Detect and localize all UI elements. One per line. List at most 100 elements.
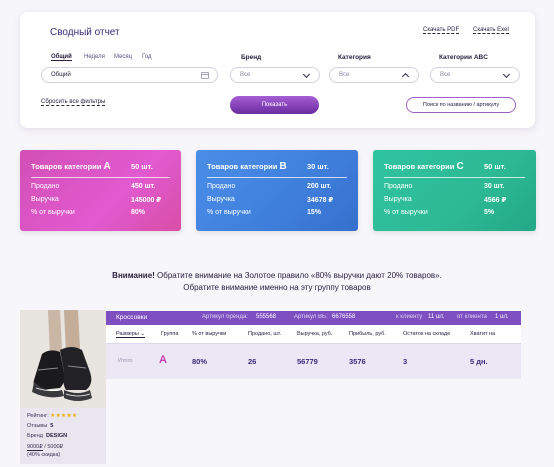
golden-rule-notice: Внимание! Обратите внимание на Золотое п… xyxy=(0,270,554,294)
category-b-card: Товаров категории B 30 шт. Продано 200 ш… xyxy=(196,150,358,231)
brand-line: Бренд DESIGN xyxy=(27,433,67,439)
reviews-label: Отзывы xyxy=(27,423,48,429)
revenue-value: 145000 ₽ xyxy=(131,197,162,204)
revenue-label: Выручка xyxy=(31,196,59,203)
category-c-card: Товаров категории C 50 шт. Продано 30 шт… xyxy=(373,150,536,231)
notice-line-1: Внимание! Обратите внимание на Золотое п… xyxy=(0,270,554,282)
revenue-label: Выручка xyxy=(207,196,235,203)
category-c-title-text: Товаров категории xyxy=(384,162,457,171)
revenue-value: 34678 ₽ xyxy=(307,197,334,204)
category-b-count: 30 шт. xyxy=(307,162,329,171)
total-sold: 26 xyxy=(248,357,257,366)
category-a-letter: A xyxy=(103,161,111,172)
table-header-row: Размеры ⌄ Группа % от выручки Продано, ш… xyxy=(106,325,521,344)
brand-select[interactable]: Все xyxy=(230,67,320,83)
period-value: Общий xyxy=(51,72,71,78)
sizes-label: Размеры xyxy=(116,331,139,337)
col-stock: Остаток на складе xyxy=(403,331,451,337)
product-image[interactable] xyxy=(20,310,106,408)
abc-label: Категории ABC xyxy=(439,54,488,61)
product-info: Рейтинг: ★★★★★ Отзывы 5 Бренд DESIGN 900… xyxy=(20,408,106,464)
category-b-letter: B xyxy=(279,161,287,172)
category-c-count: 50 шт. xyxy=(484,162,506,171)
brand-article-value: 555568 xyxy=(256,314,277,320)
pct-label: % от выручки xyxy=(384,209,428,216)
pct-label: % от выручки xyxy=(31,209,75,216)
calendar-icon[interactable] xyxy=(201,72,209,79)
wb-article-value: 6676558 xyxy=(332,314,356,320)
sneaker-photo xyxy=(20,310,106,408)
tab-general[interactable]: Общий xyxy=(51,54,72,61)
page-title: Сводный отчет xyxy=(50,27,120,38)
sizes-dropdown[interactable]: Размеры ⌄ xyxy=(116,331,145,338)
chevron-down-icon xyxy=(302,70,311,79)
total-stock: 3 xyxy=(403,357,408,366)
notice-text: Обратите внимание на Золотое правило «80… xyxy=(154,271,442,280)
brand-info-label: Бренд xyxy=(27,433,43,439)
total-profit: 3576 xyxy=(349,357,366,366)
tab-month[interactable]: Месяц xyxy=(114,54,132,60)
divider xyxy=(31,177,170,178)
product-header-bar: Кроссовки Артикул бренда: 555568 Артикул… xyxy=(106,311,521,325)
show-button[interactable]: Показать xyxy=(230,96,319,114)
table-row: Итого A 80% 26 56779 3576 3 5 дн. xyxy=(106,344,521,379)
search-by-name-button[interactable]: Поиск по названию / артикулу xyxy=(406,97,516,113)
rating-line: Рейтинг: ★★★★★ xyxy=(27,413,77,419)
filter-panel: Сводный отчет Скачать PDF Скачать Exel О… xyxy=(20,12,535,128)
period-date-field[interactable]: Общий xyxy=(41,67,218,83)
tab-year[interactable]: Год xyxy=(142,54,152,60)
download-excel-link[interactable]: Скачать Exel xyxy=(473,27,509,34)
revenue-value: 4566 ₽ xyxy=(484,197,507,204)
sold-value: 200 шт. xyxy=(307,183,332,190)
col-revenue: Выручка, руб. xyxy=(297,331,333,337)
abc-select-value: Все xyxy=(440,72,451,78)
category-c-letter: C xyxy=(456,161,464,172)
to-client-value: 11 шт. xyxy=(428,314,445,320)
category-b-title: Товаров категории B xyxy=(207,161,287,172)
notice-line-2: Обратите внимание именно на эту группу т… xyxy=(183,283,371,292)
brand-name: DESIGN xyxy=(46,433,68,439)
divider xyxy=(384,177,525,178)
col-profit: Прибыль, руб. xyxy=(349,331,386,337)
total-group: A xyxy=(159,354,167,366)
star-icon: ★★★★★ xyxy=(50,413,78,419)
category-b-title-text: Товаров категории xyxy=(207,162,280,171)
category-label: Категория xyxy=(338,54,371,61)
revenue-label: Выручка xyxy=(384,196,412,203)
divider xyxy=(207,177,347,178)
old-price: 9000₽ xyxy=(27,444,43,451)
wb-article-label: Артикул ВБ: xyxy=(294,314,328,320)
discount-text: (40% скидка) xyxy=(27,452,61,458)
pct-value: 80% xyxy=(131,209,146,216)
total-pct: 80% xyxy=(192,357,208,366)
price-line: 9000₽ / 5000₽ xyxy=(27,444,64,451)
sold-value: 450 шт. xyxy=(131,183,156,190)
pct-value: 15% xyxy=(307,209,322,216)
sold-label: Продано xyxy=(207,183,236,190)
category-a-count: 50 шт. xyxy=(131,162,153,171)
category-a-title: Товаров категории A xyxy=(31,161,111,172)
abc-select[interactable]: Все xyxy=(430,67,520,83)
notice-warning: Внимание! xyxy=(112,271,155,280)
new-price: / 5000₽ xyxy=(42,444,64,450)
total-revenue: 56779 xyxy=(297,357,318,366)
chevron-up-icon xyxy=(401,72,410,81)
download-pdf-link[interactable]: Скачать PDF xyxy=(423,27,460,34)
reset-filters-link[interactable]: Сбросить все фильтры xyxy=(41,99,106,106)
reviews-count: 5 xyxy=(50,423,54,429)
brand-article-label: Артикул бренда: xyxy=(202,314,248,320)
reviews-line: Отзывы 5 xyxy=(27,423,53,429)
brand-select-value: Все xyxy=(240,72,251,78)
total-enough-for: 5 дн. xyxy=(470,357,488,366)
category-select[interactable]: Все xyxy=(329,67,419,83)
sold-label: Продано xyxy=(31,183,60,190)
total-label: Итого xyxy=(118,358,133,364)
tab-week[interactable]: Неделя xyxy=(84,54,105,60)
chevron-down-icon xyxy=(502,70,511,79)
sold-value: 30 шт. xyxy=(484,183,505,190)
category-c-title: Товаров категории C xyxy=(384,161,464,172)
col-pct-revenue: % от выручки xyxy=(192,331,227,337)
category-a-title-text: Товаров категории xyxy=(31,162,104,171)
col-enough-for: Хватит на xyxy=(470,331,496,337)
from-client-value: 1 шт. xyxy=(495,314,509,320)
